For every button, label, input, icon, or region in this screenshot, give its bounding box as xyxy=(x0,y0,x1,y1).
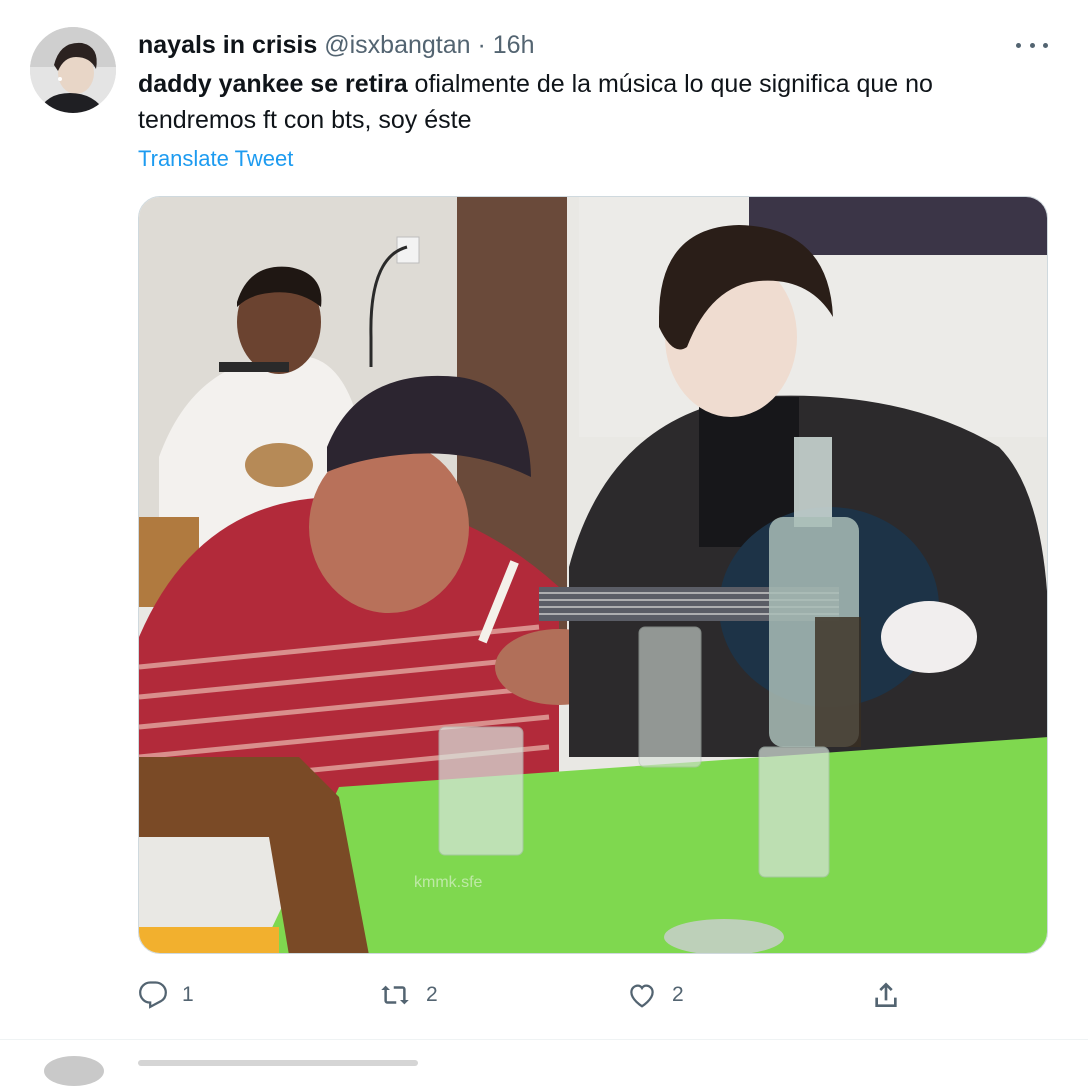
tweet-text-line2: tendremos ft con bts, soy éste xyxy=(138,106,472,134)
avatar-image xyxy=(30,27,116,113)
next-tweet-header-placeholder xyxy=(138,1060,418,1066)
author-display-name[interactable]: nayals in crisis xyxy=(138,31,317,59)
tweet-media-photo[interactable]: kmmk.sfe xyxy=(138,196,1048,954)
avatar[interactable] xyxy=(30,27,116,113)
reply-button[interactable]: 1 xyxy=(138,975,194,1015)
translate-tweet-link[interactable]: Translate Tweet xyxy=(138,144,293,174)
header-separator: · xyxy=(477,31,486,59)
retweet-button[interactable]: 2 xyxy=(378,975,438,1015)
tweet-header: nayals in crisis @isxbangtan · 16h xyxy=(138,30,535,60)
reply-count: 1 xyxy=(182,983,194,1006)
photo-watermark: kmmk.sfe xyxy=(414,874,483,891)
like-button[interactable]: 2 xyxy=(626,975,684,1015)
next-tweet-avatar[interactable] xyxy=(44,1056,104,1086)
photo-scene: kmmk.sfe xyxy=(139,197,1047,953)
tweet-actions: 1 2 2 xyxy=(138,975,918,1015)
tweet-text-line1: ofialmente de la música lo que significa… xyxy=(407,70,933,98)
author-handle[interactable]: @isxbangtan xyxy=(324,31,470,59)
heart-icon xyxy=(630,984,654,1008)
tweet-text: daddy yankee se retira ofialmente de la … xyxy=(138,66,1038,138)
share-icon xyxy=(875,982,897,1007)
reply-icon xyxy=(139,981,167,1009)
more-horizontal-icon-dot xyxy=(1029,42,1035,48)
tweet-timestamp[interactable]: 16h xyxy=(493,31,535,59)
tweet-text-bold: daddy yankee se retira xyxy=(138,70,408,98)
retweet-icon xyxy=(381,985,409,1005)
retweet-count: 2 xyxy=(426,983,438,1006)
more-options-button[interactable] xyxy=(1016,30,1048,60)
share-button[interactable] xyxy=(870,975,902,1015)
more-horizontal-icon-dot xyxy=(1043,42,1048,48)
tweet[interactable]: nayals in crisis @isxbangtan · 16h daddy… xyxy=(0,0,1088,1040)
like-count: 2 xyxy=(672,983,684,1006)
more-horizontal-icon xyxy=(1016,42,1021,48)
